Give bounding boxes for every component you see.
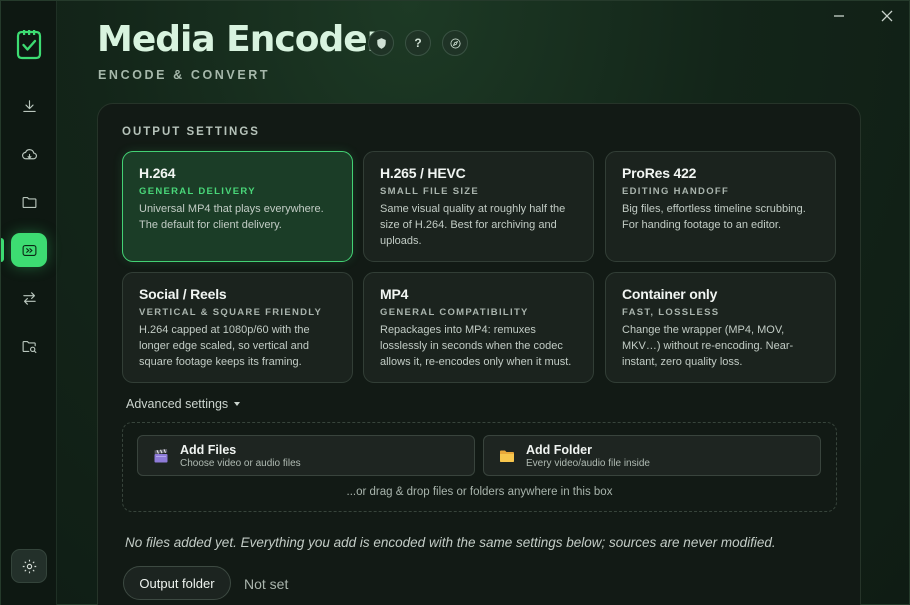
preset-title: Container only <box>622 286 718 302</box>
preset-card-container[interactable]: Container only FAST, LOSSLESS Change the… <box>605 272 836 383</box>
preset-description: Repackages into MP4: remuxes losslessly … <box>380 324 572 368</box>
sidebar <box>1 1 57 605</box>
page-title: Media Encoder <box>97 19 384 60</box>
preset-title: H.264 <box>139 165 176 181</box>
app-logo-icon <box>16 30 42 60</box>
encode-icon <box>22 244 36 256</box>
caret-down-icon <box>234 402 241 406</box>
preset-card-mp4[interactable]: MP4 GENERAL COMPATIBILITY Repackages int… <box>363 272 594 383</box>
help-icon: ? <box>414 36 422 50</box>
advanced-settings-toggle[interactable]: Advanced settings <box>126 397 241 411</box>
compass-button[interactable] <box>442 30 468 56</box>
empty-queue-message: No files added yet. Everything you add i… <box>125 535 776 550</box>
folder-search-icon <box>22 340 36 353</box>
preset-card-h265[interactable]: H.265 / HEVC SMALL FILE SIZE Same visual… <box>363 151 594 262</box>
sidebar-item-folder[interactable] <box>11 185 47 219</box>
preset-card-prores[interactable]: ProRes 422 EDITING HANDOFF Big files, ef… <box>605 151 836 262</box>
sidebar-item-cloud[interactable] <box>11 137 47 171</box>
sidebar-item-encode[interactable] <box>11 233 47 267</box>
preset-tag: GENERAL COMPATIBILITY <box>380 307 529 318</box>
add-folder-subtitle: Every video/audio file inside <box>526 457 650 469</box>
active-indicator <box>1 238 4 262</box>
gear-icon <box>22 559 36 573</box>
app-window: Media Encoder ? ENCODE & CONVERT OUTPUT … <box>0 0 910 605</box>
output-settings-label: OUTPUT SETTINGS <box>122 126 260 138</box>
swap-arrows-icon <box>22 291 36 305</box>
output-folder-value: Not set <box>244 576 289 592</box>
folder-icon <box>500 450 514 462</box>
shield-icon <box>376 37 386 49</box>
preset-card-h264[interactable]: H.264 GENERAL DELIVERY Universal MP4 tha… <box>122 151 353 262</box>
add-files-title: Add Files <box>180 442 237 457</box>
preset-description: Same visual quality at roughly half the … <box>380 203 566 247</box>
add-files-button[interactable]: Add Files Choose video or audio files <box>137 435 475 476</box>
sidebar-item-search-files[interactable] <box>11 329 47 363</box>
advanced-settings-label: Advanced settings <box>126 397 229 411</box>
add-folder-title: Add Folder <box>526 442 592 457</box>
preset-description: Big files, effortless timeline scrubbing… <box>622 203 806 231</box>
sidebar-item-convert[interactable] <box>11 281 47 315</box>
preset-tag: SMALL FILE SIZE <box>380 186 480 197</box>
folder-icon <box>22 196 36 208</box>
preset-title: H.265 / HEVC <box>380 165 466 181</box>
preset-card-social[interactable]: Social / Reels VERTICAL & SQUARE FRIENDL… <box>122 272 353 383</box>
preset-description: H.264 capped at 1080p/60 with the longer… <box>139 324 310 368</box>
add-folder-button[interactable]: Add Folder Every video/audio file inside <box>483 435 821 476</box>
add-files-subtitle: Choose video or audio files <box>180 457 301 469</box>
drop-hint: ...or drag & drop files or folders anywh… <box>346 486 613 498</box>
clapperboard-icon <box>154 448 168 462</box>
preset-tag: VERTICAL & SQUARE FRIENDLY <box>139 307 323 318</box>
preset-tag: GENERAL DELIVERY <box>139 186 256 197</box>
preset-description: Change the wrapper (MP4, MOV, MKV…) with… <box>622 324 794 368</box>
settings-button[interactable] <box>11 549 47 583</box>
preset-description: Universal MP4 that plays everywhere. The… <box>139 203 324 231</box>
preset-tag: FAST, LOSSLESS <box>622 307 720 318</box>
shield-button[interactable] <box>368 30 394 56</box>
output-folder-button[interactable]: Output folder <box>123 566 231 600</box>
close-button[interactable] <box>876 7 898 25</box>
download-icon <box>22 99 36 112</box>
compass-icon <box>449 37 461 49</box>
drop-zone[interactable]: Add Files Choose video or audio files Ad… <box>122 422 837 512</box>
sidebar-item-download[interactable] <box>11 89 47 123</box>
preset-tag: EDITING HANDOFF <box>622 186 730 197</box>
main-panel: OUTPUT SETTINGS H.264 GENERAL DELIVERY U… <box>97 103 861 605</box>
preset-title: Social / Reels <box>139 286 227 302</box>
page-subtitle: ENCODE & CONVERT <box>98 68 271 82</box>
minimize-button[interactable] <box>828 7 850 25</box>
cloud-icon <box>21 148 37 159</box>
preset-title: MP4 <box>380 286 409 302</box>
close-icon <box>881 10 893 22</box>
minimize-icon <box>834 15 844 17</box>
preset-title: ProRes 422 <box>622 165 697 181</box>
help-button[interactable]: ? <box>405 30 431 56</box>
